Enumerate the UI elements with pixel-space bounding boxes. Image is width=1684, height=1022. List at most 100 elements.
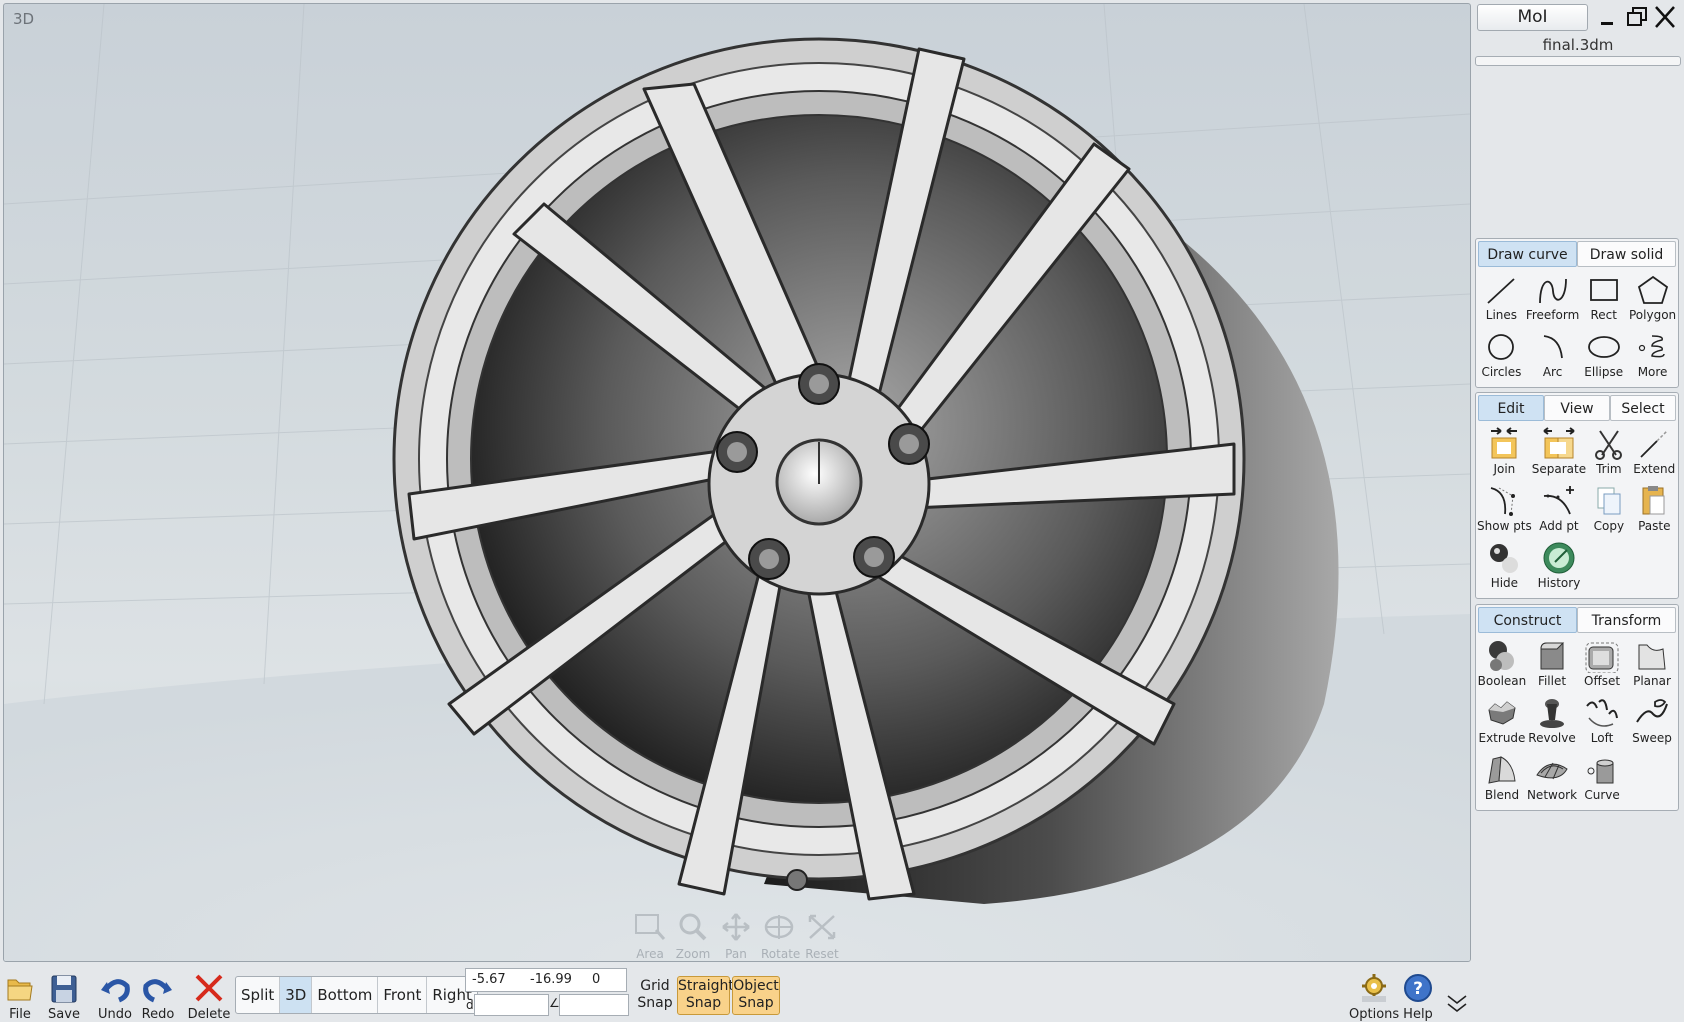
- restore-icon[interactable]: [1624, 4, 1650, 30]
- loft-icon: [1586, 699, 1619, 727]
- rect-tool[interactable]: Rect: [1579, 271, 1628, 328]
- redo-button[interactable]: Redo: [133, 966, 183, 1022]
- straight-snap-toggle[interactable]: Straight Snap: [677, 976, 734, 1015]
- undo-arrow-icon: [101, 979, 130, 1003]
- help-button[interactable]: ? Help: [1393, 966, 1443, 1022]
- rectangle-icon: [1589, 279, 1618, 301]
- coord-z: 0: [592, 972, 601, 987]
- history-tool[interactable]: History: [1532, 539, 1586, 596]
- trim-tool[interactable]: Trim: [1586, 425, 1631, 482]
- lines-tool[interactable]: Lines: [1477, 271, 1526, 328]
- fillet-tool[interactable]: Fillet: [1527, 637, 1577, 694]
- coord-y: -16.99: [530, 972, 572, 987]
- coordinate-readout: -5.67 -16.99 0: [465, 968, 627, 992]
- svg-text:?: ?: [1413, 979, 1423, 999]
- view-split-button[interactable]: Split: [236, 977, 281, 1013]
- options-button[interactable]: Options: [1349, 966, 1399, 1022]
- freeform-tool[interactable]: Freeform: [1526, 271, 1579, 328]
- more-tool[interactable]: More: [1628, 328, 1677, 385]
- copy-tool[interactable]: Copy: [1586, 482, 1631, 539]
- area-zoom-icon: [635, 914, 666, 940]
- close-icon[interactable]: [1652, 4, 1678, 30]
- progress-bar: [1475, 56, 1681, 66]
- ellipse-label: Ellipse: [1584, 365, 1624, 379]
- ellipse-icon: [1587, 336, 1620, 358]
- save-button[interactable]: Save: [39, 966, 89, 1022]
- show-points-icon: [1491, 487, 1516, 516]
- angle-input[interactable]: [559, 994, 629, 1016]
- reset-view-button[interactable]: Reset: [804, 912, 840, 961]
- sweep-label: Sweep: [1632, 731, 1672, 745]
- loft-tool[interactable]: Loft: [1577, 694, 1627, 751]
- tab-view[interactable]: View: [1544, 395, 1610, 421]
- add-point-tool[interactable]: Add pt: [1532, 482, 1586, 539]
- freeform-curve-icon: [1538, 278, 1567, 304]
- extrude-label: Extrude: [1478, 731, 1526, 745]
- tab-select[interactable]: Select: [1610, 395, 1676, 421]
- 3d-viewport[interactable]: 3D Area Zoom Pan Rotate Reset: [3, 3, 1471, 962]
- hide-label: Hide: [1490, 576, 1519, 590]
- grid-snap-toggle[interactable]: Grid Snap: [637, 978, 673, 1012]
- separate-tool[interactable]: Separate: [1532, 425, 1586, 482]
- separate-label: Separate: [1531, 462, 1587, 476]
- planar-label: Planar: [1633, 674, 1671, 688]
- delete-x-icon: [195, 974, 223, 1002]
- area-zoom-button[interactable]: Area: [632, 912, 668, 961]
- ellipse-tool[interactable]: Ellipse: [1579, 328, 1628, 385]
- tab-transform[interactable]: Transform: [1577, 607, 1676, 633]
- file-name: final.3dm: [1542, 36, 1614, 54]
- object-snap-toggle[interactable]: Object Snap: [732, 976, 780, 1015]
- paste-label: Paste: [1638, 519, 1671, 533]
- grid-snap-line1: Grid: [640, 978, 670, 994]
- planar-tool[interactable]: Planar: [1627, 637, 1677, 694]
- loft-label: Loft: [1590, 731, 1614, 745]
- curve-tool[interactable]: Curve: [1577, 751, 1627, 808]
- revolve-tool[interactable]: Revolve: [1527, 694, 1577, 751]
- polygon-label: Polygon: [1628, 308, 1677, 322]
- draw-palette: Draw curve Draw solid Lines Freeform Rec…: [1475, 238, 1679, 388]
- view-3d-button[interactable]: 3D: [280, 977, 313, 1013]
- paste-tool[interactable]: Paste: [1632, 482, 1677, 539]
- extrude-tool[interactable]: Extrude: [1477, 694, 1527, 751]
- revolve-icon: [1540, 699, 1564, 728]
- history-label: History: [1537, 576, 1581, 590]
- wheel-model-render[interactable]: [4, 4, 1470, 961]
- pan-button[interactable]: Pan: [718, 912, 754, 961]
- history-icon: [1543, 542, 1575, 574]
- blend-tool[interactable]: Blend: [1477, 751, 1527, 808]
- tab-draw-solid[interactable]: Draw solid: [1577, 241, 1676, 267]
- delete-button[interactable]: Delete: [184, 966, 234, 1022]
- network-tool[interactable]: Network: [1527, 751, 1577, 808]
- straight-snap-line2: Snap: [685, 995, 722, 1011]
- sweep-tool[interactable]: Sweep: [1627, 694, 1677, 751]
- network-icon: [1536, 762, 1568, 780]
- zoom-button[interactable]: Zoom: [675, 912, 711, 961]
- view-bottom-button[interactable]: Bottom: [312, 977, 379, 1013]
- offset-icon: [1585, 642, 1619, 673]
- tab-construct[interactable]: Construct: [1478, 607, 1577, 633]
- app-title-button[interactable]: MoI: [1477, 4, 1588, 31]
- view-front-button[interactable]: Front: [378, 977, 428, 1013]
- curve-tool-label: Curve: [1584, 788, 1620, 802]
- tab-draw-curve[interactable]: Draw curve: [1478, 241, 1577, 267]
- join-tool[interactable]: Join: [1477, 425, 1532, 482]
- paste-icon: [1642, 486, 1665, 515]
- tab-edit[interactable]: Edit: [1478, 395, 1544, 421]
- distance-input[interactable]: [474, 994, 549, 1016]
- coord-x: -5.67: [472, 972, 506, 987]
- offset-tool[interactable]: Offset: [1577, 637, 1627, 694]
- show-points-tool[interactable]: Show pts: [1477, 482, 1532, 539]
- arc-tool[interactable]: Arc: [1526, 328, 1579, 385]
- pan-icon: [722, 913, 750, 941]
- minimize-icon[interactable]: [1595, 4, 1621, 30]
- rotate-label: Rotate: [761, 947, 801, 961]
- hide-tool[interactable]: Hide: [1477, 539, 1532, 596]
- boolean-tool[interactable]: Boolean: [1477, 637, 1527, 694]
- boolean-label: Boolean: [1477, 674, 1527, 688]
- extend-tool[interactable]: Extend: [1632, 425, 1677, 482]
- rotate-button[interactable]: Rotate: [761, 912, 801, 961]
- options-gear-icon: [1362, 974, 1386, 1002]
- polygon-tool[interactable]: Polygon: [1628, 271, 1677, 328]
- collapse-chevron-icon[interactable]: [1445, 992, 1469, 1014]
- circles-tool[interactable]: Circles: [1477, 328, 1526, 385]
